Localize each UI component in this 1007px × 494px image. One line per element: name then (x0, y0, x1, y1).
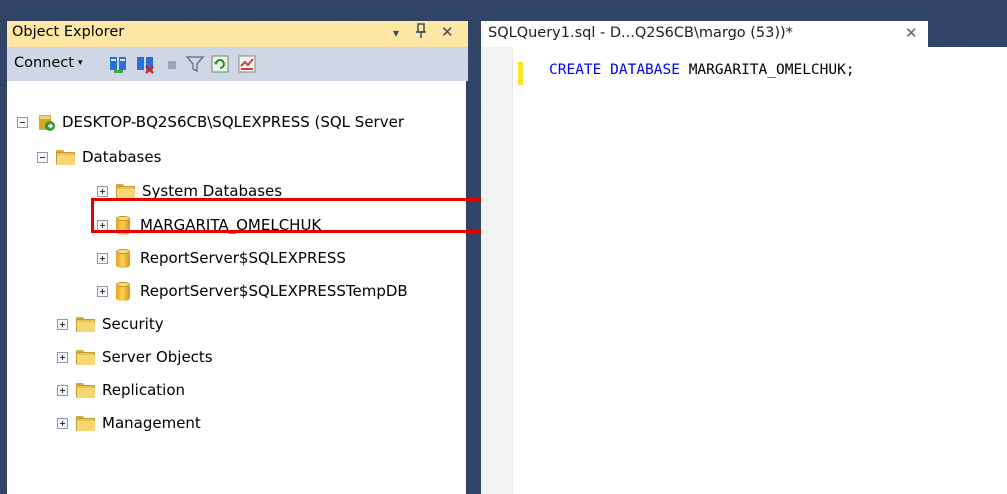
tree-node-label: Security (102, 315, 164, 333)
panel-dropdown-icon[interactable]: ▾ (393, 26, 399, 40)
collapse-icon[interactable] (17, 116, 28, 128)
database-icon (116, 281, 130, 301)
tree-node-label: Databases (82, 148, 162, 166)
tree-node-management[interactable]: Management (57, 411, 201, 435)
expand-icon[interactable] (97, 252, 108, 264)
expand-icon[interactable] (57, 351, 68, 363)
database-icon (116, 248, 130, 268)
object-explorer-title: Object Explorer (12, 24, 125, 40)
tree-node-reportserver[interactable]: ReportServer$SQLEXPRESS (97, 246, 346, 270)
code-keyword: DATABASE (610, 62, 680, 78)
editor-gutter (481, 47, 513, 494)
tree-node-reportserver-tempdb[interactable]: ReportServer$SQLEXPRESSTempDB (97, 279, 408, 303)
activity-monitor-icon[interactable] (237, 54, 257, 74)
connect-object-explorer-icon[interactable] (108, 54, 128, 74)
query-editor[interactable]: CREATE DATABASE MARGARITA_OMELCHUK; (481, 47, 1007, 494)
tree-node-replication[interactable]: Replication (57, 378, 185, 402)
stop-icon[interactable] (162, 54, 182, 74)
folder-icon (76, 382, 96, 398)
tree-node-server[interactable]: DESKTOP-BQ2S6CB\SQLEXPRESS (SQL Server (17, 110, 404, 134)
object-explorer-panel: Object Explorer ▾ ✕ Connect ▾ DESKTOP-BQ… (7, 21, 468, 494)
expand-icon[interactable] (57, 318, 68, 330)
expand-icon[interactable] (57, 417, 68, 429)
folder-icon (76, 415, 96, 431)
close-panel-icon[interactable]: ✕ (441, 23, 454, 41)
code-identifier: MARGARITA_OMELCHUK (688, 62, 846, 78)
expand-icon[interactable] (97, 185, 108, 197)
panel-splitter[interactable] (466, 81, 468, 494)
annotation-highlight-box (91, 198, 487, 233)
server-icon (36, 112, 56, 132)
folder-icon (76, 316, 96, 332)
disconnect-icon[interactable] (135, 54, 155, 74)
tree-node-label: DESKTOP-BQ2S6CB\SQLEXPRESS (SQL Server (62, 113, 404, 131)
object-explorer-titlebar: Object Explorer ▾ ✕ (7, 21, 468, 47)
close-tab-icon[interactable]: ✕ (905, 24, 918, 42)
tree-node-databases[interactable]: Databases (37, 145, 161, 169)
tree-node-label: ReportServer$SQLEXPRESSTempDB (140, 282, 408, 300)
tab-title: SQLQuery1.sql - D...Q2S6CB\margo (53))* (488, 25, 793, 41)
pin-icon[interactable] (415, 23, 427, 43)
folder-icon (76, 349, 96, 365)
folder-icon (56, 149, 76, 165)
tree-node-server-objects[interactable]: Server Objects (57, 345, 213, 369)
expand-icon[interactable] (97, 285, 108, 297)
code-line-1[interactable]: CREATE DATABASE MARGARITA_OMELCHUK; (549, 62, 855, 78)
code-terminator: ; (845, 62, 855, 78)
object-explorer-toolbar: Connect ▾ (7, 47, 468, 81)
refresh-icon[interactable] (210, 54, 230, 74)
code-keyword: CREATE (549, 62, 602, 78)
connect-button[interactable]: Connect ▾ (14, 55, 83, 71)
filter-icon[interactable] (185, 54, 205, 74)
tree-node-security[interactable]: Security (57, 312, 164, 336)
expand-icon[interactable] (57, 384, 68, 396)
connect-label: Connect (14, 55, 74, 71)
collapse-icon[interactable] (37, 151, 48, 163)
chevron-down-icon: ▾ (77, 58, 83, 68)
tree-node-label: ReportServer$SQLEXPRESS (140, 249, 346, 267)
tab-sqlquery1[interactable]: SQLQuery1.sql - D...Q2S6CB\margo (53))* … (481, 21, 928, 47)
folder-icon (116, 183, 136, 199)
change-indicator (518, 62, 523, 85)
tree-node-label: Server Objects (102, 348, 213, 366)
tree-node-label: Replication (102, 381, 186, 399)
tree-node-label: Management (102, 414, 201, 432)
